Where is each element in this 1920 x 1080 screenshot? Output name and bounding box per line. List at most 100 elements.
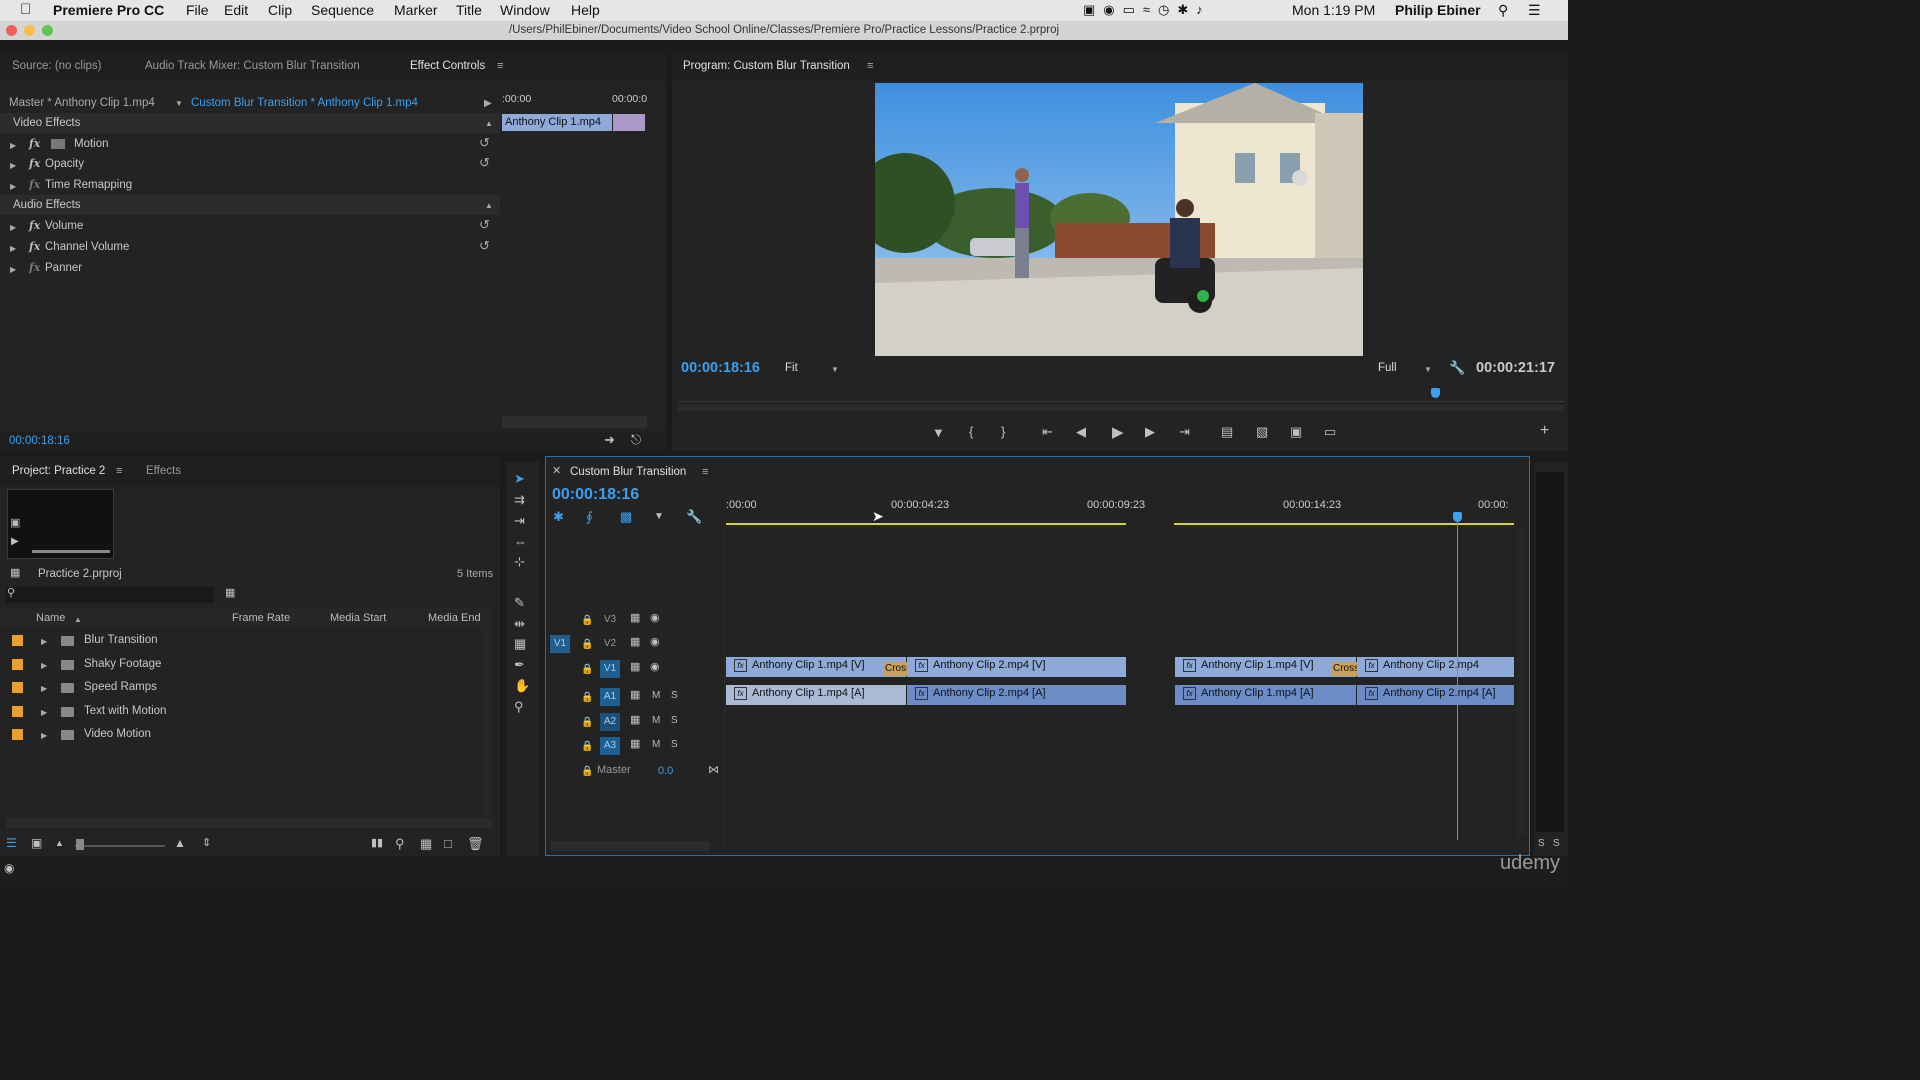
bin-name[interactable]: Text with Motion xyxy=(84,705,166,717)
button-editor-plus-icon[interactable]: + xyxy=(1540,422,1549,440)
project-horizontal-scrollbar[interactable] xyxy=(6,818,492,828)
clock[interactable]: Mon 1:19 PM xyxy=(1292,2,1375,18)
lift-icon[interactable]: ▤ xyxy=(1221,424,1233,440)
timeline-clip-audio[interactable]: fx Anthony Clip 1.mp4 [A] xyxy=(726,685,906,705)
comparison-view-icon[interactable]: ▭ xyxy=(1324,424,1336,440)
reset-icon[interactable]: ↺ xyxy=(479,155,490,171)
fit-dropdown-arrow-icon[interactable]: ▼ xyxy=(831,365,839,374)
menu-help[interactable]: Help xyxy=(571,2,600,18)
sort-icons-icon[interactable]: ⇕ xyxy=(202,836,211,849)
thumbnail-play-icon[interactable]: ▶ xyxy=(11,536,19,547)
trash-icon[interactable]: 🗑 xyxy=(467,836,484,852)
expand-bin-icon[interactable]: ▶ xyxy=(41,661,47,670)
lock-track-icon[interactable]: 🔒 xyxy=(581,741,593,752)
timeline-clip-video[interactable]: fx Anthony Clip 1.mp4 [V] xyxy=(1175,657,1356,677)
bin-name[interactable]: Speed Ramps xyxy=(84,681,157,693)
rolling-edit-tool-icon[interactable]: ⇔ xyxy=(514,534,527,549)
play-button-icon[interactable]: ▶ xyxy=(1112,423,1124,441)
bin-name[interactable]: Video Motion xyxy=(84,728,151,740)
label-color-swatch[interactable] xyxy=(12,682,23,693)
sequence-clip-label[interactable]: Custom Blur Transition * Anthony Clip 1.… xyxy=(191,93,418,113)
solo-track-button[interactable]: S xyxy=(671,715,678,726)
timeline-clip-video[interactable]: fx Anthony Clip 2.mp4 xyxy=(1357,657,1514,677)
go-to-in-icon[interactable]: ⇤ xyxy=(1042,424,1053,440)
source-patch-v1[interactable]: V1 xyxy=(550,635,570,653)
thumbnail-zoom-slider[interactable] xyxy=(75,845,165,847)
transition-stub[interactable] xyxy=(613,114,645,131)
status-icon[interactable]: ◉ xyxy=(4,861,14,875)
effect-panner[interactable]: Panner xyxy=(45,258,82,278)
label-color-swatch[interactable] xyxy=(12,706,23,717)
track-select-tool-icon[interactable]: ⇉ xyxy=(514,492,525,508)
mark-out-icon[interactable]: } xyxy=(1001,424,1005,439)
quality-dropdown[interactable]: Full xyxy=(1378,362,1397,374)
export-icon[interactable]: ⎋ xyxy=(631,432,641,448)
close-sequence-icon[interactable]: ✕ xyxy=(552,464,561,477)
tab-source[interactable]: Source: (no clips) xyxy=(12,60,101,72)
track-v1-label[interactable]: V1 xyxy=(600,660,620,678)
project-thumbnail[interactable] xyxy=(7,489,114,559)
new-item-icon[interactable]: □ xyxy=(444,836,452,851)
timeline-clip-video[interactable]: fx Anthony Clip 2.mp4 [V] xyxy=(907,657,1126,677)
sequence-tab-title[interactable]: Custom Blur Transition xyxy=(570,466,686,478)
expand-time-remapping-icon[interactable]: ▶ xyxy=(10,182,16,191)
track-v3-label[interactable]: V3 xyxy=(600,611,620,629)
expand-volume-icon[interactable]: ▶ xyxy=(10,223,16,232)
selection-tool-icon[interactable]: ➤ xyxy=(514,471,525,487)
apple-icon[interactable]:  xyxy=(20,1,31,18)
timeline-clip-audio[interactable]: fx Anthony Clip 2.mp4 [A] xyxy=(1357,685,1514,705)
zoom-slider-handle[interactable] xyxy=(76,839,84,850)
effect-controls-scrollbar[interactable] xyxy=(502,416,647,428)
panel-menu-icon[interactable]: ≡ xyxy=(867,60,873,72)
label-color-swatch[interactable] xyxy=(12,729,23,740)
list-item[interactable]: ▶ Blur Transition xyxy=(0,630,490,653)
spotlight-icon[interactable]: ⚲ xyxy=(1498,2,1508,19)
menu-sequence[interactable]: Sequence xyxy=(311,2,374,18)
step-back-icon[interactable]: ◀ xyxy=(1076,424,1086,440)
timeline-vertical-scrollbar[interactable] xyxy=(1516,527,1526,837)
effect-time-remapping[interactable]: Time Remapping xyxy=(45,175,132,195)
new-bin-icon[interactable]: ▦ xyxy=(420,836,432,852)
nest-toggle-icon[interactable]: ✱ xyxy=(553,509,564,525)
minimize-window-button[interactable] xyxy=(24,25,35,36)
column-name[interactable]: Name xyxy=(36,612,65,624)
eye-icon[interactable]: ◉ xyxy=(650,611,660,624)
meter-solo-left[interactable]: S xyxy=(1538,838,1545,849)
master-clip-label[interactable]: Master * Anthony Clip 1.mp4 xyxy=(9,93,155,113)
list-item[interactable]: ▶ Video Motion xyxy=(0,724,490,747)
meter-solo-right[interactable]: S xyxy=(1553,838,1560,849)
program-monitor-title[interactable]: Program: Custom Blur Transition xyxy=(683,60,850,72)
program-playhead[interactable] xyxy=(1431,388,1440,398)
timeline-timecode[interactable]: 00:00:18:16 xyxy=(552,486,639,504)
effect-controls-timecode[interactable]: 00:00:18:16 xyxy=(9,435,70,447)
menu-clip[interactable]: Clip xyxy=(268,2,292,18)
program-playhead-timecode[interactable]: 00:00:18:16 xyxy=(681,360,760,376)
label-color-swatch[interactable] xyxy=(12,635,23,646)
toggle-sync-lock-icon[interactable]: ▦ xyxy=(630,635,640,648)
column-media-end[interactable]: Media End xyxy=(428,612,481,624)
reset-icon[interactable]: ↺ xyxy=(479,238,490,254)
eye-icon[interactable]: ◉ xyxy=(650,635,660,648)
tab-project[interactable]: Project: Practice 2 xyxy=(12,465,105,477)
menu-marker[interactable]: Marker xyxy=(394,2,438,18)
tab-effect-controls[interactable]: Effect Controls xyxy=(410,60,485,72)
expand-bin-icon[interactable]: ▶ xyxy=(41,708,47,717)
program-video-frame[interactable] xyxy=(875,83,1363,356)
track-a3-label[interactable]: A3 xyxy=(600,737,620,755)
toggle-sync-lock-icon[interactable]: ▦ xyxy=(630,713,640,726)
toggle-sync-lock-icon[interactable]: ▦ xyxy=(630,737,640,750)
list-item[interactable]: ▶ Speed Ramps xyxy=(0,677,490,700)
effect-channel-volume[interactable]: Channel Volume xyxy=(45,237,129,257)
effect-motion[interactable]: Motion xyxy=(74,134,109,154)
column-frame-rate[interactable]: Frame Rate xyxy=(232,612,290,624)
rate-stretch-tool-icon[interactable]: ⊹ xyxy=(514,554,525,570)
icon-view-icon[interactable]: ▣ xyxy=(31,836,42,850)
effect-timeline-clip[interactable]: Anthony Clip 1.mp4 xyxy=(502,114,612,131)
app-name-menu[interactable]: Premiere Pro CC xyxy=(53,2,164,18)
go-to-out-icon[interactable]: ⇥ xyxy=(1179,424,1190,440)
toggle-sync-lock-icon[interactable]: ▦ xyxy=(630,611,640,624)
panel-menu-icon[interactable]: ≡ xyxy=(497,60,503,72)
close-window-button[interactable] xyxy=(6,25,17,36)
track-v2-label[interactable]: V2 xyxy=(600,635,620,653)
tab-effects[interactable]: Effects xyxy=(146,465,181,477)
